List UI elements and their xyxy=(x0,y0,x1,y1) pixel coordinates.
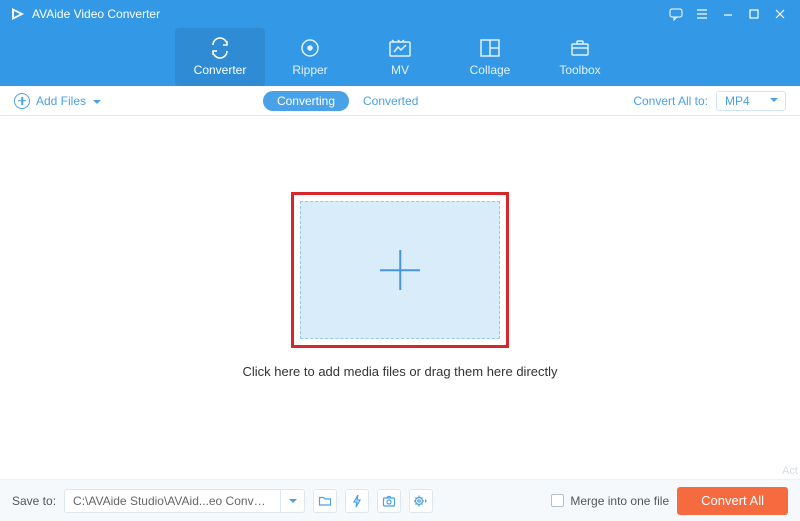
save-path-chevron-down-icon[interactable] xyxy=(280,490,304,512)
drop-hint: Click here to add media files or drag th… xyxy=(242,364,557,379)
conversion-view-tabs: Converting Converted xyxy=(263,91,432,111)
tab-label: Ripper xyxy=(292,63,327,77)
save-path-field[interactable]: C:\AVAide Studio\AVAid...eo Converter\Co… xyxy=(64,489,305,513)
drop-zone[interactable] xyxy=(300,201,500,339)
seg-label: Converted xyxy=(363,94,418,108)
maximize-icon[interactable] xyxy=(744,4,764,24)
settings-button[interactable] xyxy=(409,489,433,513)
tab-mv[interactable]: MV xyxy=(355,28,445,86)
merge-checkbox[interactable] xyxy=(551,494,564,507)
mv-icon xyxy=(387,37,413,59)
format-value: MP4 xyxy=(725,94,750,108)
merge-into-one-file[interactable]: Merge into one file xyxy=(551,494,669,508)
chevron-down-icon xyxy=(92,96,102,106)
tab-label: Converter xyxy=(194,63,247,77)
seg-converted[interactable]: Converted xyxy=(349,91,432,111)
main-area: Click here to add media files or drag th… xyxy=(0,116,800,479)
tab-label: MV xyxy=(391,63,409,77)
feedback-icon[interactable] xyxy=(666,4,686,24)
convert-all-label: Convert All xyxy=(701,493,764,508)
watermark-text: Act xyxy=(782,465,798,477)
toolbox-icon xyxy=(567,37,593,59)
minimize-icon[interactable] xyxy=(718,4,738,24)
tab-ripper[interactable]: Ripper xyxy=(265,28,355,86)
open-folder-button[interactable] xyxy=(313,489,337,513)
add-files-button[interactable]: Add Files xyxy=(14,93,102,109)
converter-icon xyxy=(207,37,233,59)
tab-label: Collage xyxy=(470,63,511,77)
drop-highlight-frame xyxy=(291,192,509,348)
output-format-select[interactable]: MP4 xyxy=(716,91,786,111)
plus-circle-icon xyxy=(14,93,30,109)
save-to-label: Save to: xyxy=(12,494,56,508)
convert-all-to-label: Convert All to: xyxy=(633,94,708,108)
main-tabs: Converter Ripper MV Collage Toolbox xyxy=(0,28,800,86)
convert-all-to: Convert All to: MP4 xyxy=(633,91,786,111)
seg-converting[interactable]: Converting xyxy=(263,91,349,111)
seg-label: Converting xyxy=(277,94,335,108)
hw-accel-button[interactable] xyxy=(345,489,369,513)
app-title: AVAide Video Converter xyxy=(32,7,160,21)
tab-converter[interactable]: Converter xyxy=(175,28,265,86)
close-icon[interactable] xyxy=(770,4,790,24)
collage-icon xyxy=(477,37,503,59)
menu-icon[interactable] xyxy=(692,4,712,24)
ripper-icon xyxy=(297,37,323,59)
bottom-bar: Save to: C:\AVAide Studio\AVAid...eo Con… xyxy=(0,479,800,521)
snapshot-button[interactable] xyxy=(377,489,401,513)
title-bar: AVAide Video Converter xyxy=(0,0,800,28)
merge-label: Merge into one file xyxy=(570,494,669,508)
convert-all-button[interactable]: Convert All xyxy=(677,487,788,515)
tab-toolbox[interactable]: Toolbox xyxy=(535,28,625,86)
tab-label: Toolbox xyxy=(559,63,600,77)
plus-icon xyxy=(380,250,420,290)
save-path-text: C:\AVAide Studio\AVAid...eo Converter\Co… xyxy=(65,494,280,508)
app-logo-icon xyxy=(10,6,26,22)
chevron-down-icon xyxy=(769,94,779,108)
tab-collage[interactable]: Collage xyxy=(445,28,535,86)
add-files-label: Add Files xyxy=(36,94,86,108)
sub-bar: Add Files Converting Converted Convert A… xyxy=(0,86,800,116)
